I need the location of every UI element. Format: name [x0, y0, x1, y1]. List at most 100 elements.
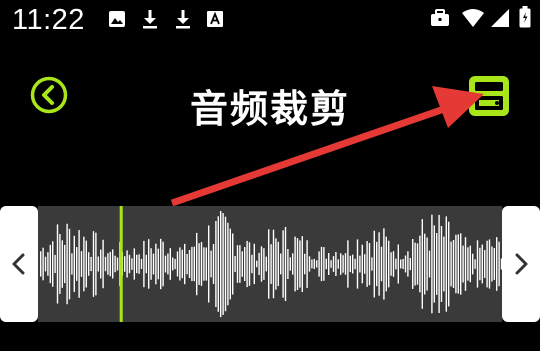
waveform-bar — [80, 251, 83, 277]
waveform-bar — [400, 259, 402, 269]
waveform-bar — [248, 242, 251, 286]
waveform-bar — [138, 254, 140, 274]
waveform-bar — [186, 253, 188, 275]
waveform-bar — [332, 256, 335, 272]
waveform-bar — [436, 233, 438, 295]
waveform-bar — [116, 257, 119, 271]
waveform-bar — [416, 243, 419, 285]
waveform-bar — [455, 234, 457, 294]
font-icon — [207, 11, 223, 27]
waveform-bar — [71, 253, 73, 275]
waveform-bar — [296, 238, 299, 290]
waveform-bar — [102, 239, 104, 289]
waveform-bar — [440, 226, 443, 302]
waveform-bar — [222, 213, 224, 315]
waveform-bar — [361, 244, 363, 284]
waveform-bar — [491, 246, 493, 282]
waveform-bar — [215, 221, 217, 307]
waveform-bar — [107, 253, 109, 275]
waveform-bar — [184, 243, 186, 285]
waveform-bar — [150, 248, 152, 280]
waveform-bar — [49, 244, 51, 284]
waveform-bar — [73, 235, 75, 293]
waveform-bar — [476, 240, 479, 288]
waveform — [40, 206, 503, 322]
waveform-bar — [56, 224, 59, 304]
waveform-bar — [100, 249, 102, 279]
waveform-bar — [124, 256, 126, 272]
waveform-bar — [280, 253, 282, 275]
waveform-bar — [232, 233, 234, 295]
waveform-bar — [414, 242, 416, 286]
waveform-bar — [236, 245, 239, 283]
waveform-bar — [54, 254, 56, 273]
waveform-bar — [40, 251, 42, 277]
waveform-bar — [169, 248, 171, 280]
waveform-bar — [431, 214, 433, 314]
status-time: 11:22 — [12, 4, 85, 36]
waveform-bar — [479, 247, 481, 281]
waveform-bar — [325, 258, 327, 270]
waveform-bar — [330, 260, 332, 268]
waveform-bar — [392, 251, 395, 277]
waveform-bar — [469, 245, 471, 283]
chevron-right-icon — [515, 253, 528, 275]
waveform-bar — [145, 254, 147, 274]
waveform-bar — [277, 241, 279, 287]
waveform-bar — [47, 252, 49, 276]
waveform-bar — [143, 240, 145, 288]
page-title: 音频裁剪 — [189, 87, 350, 131]
waveform-bar — [306, 240, 308, 288]
signal-icon — [491, 9, 509, 27]
chevron-left-icon — [12, 253, 25, 275]
waveform-bar — [496, 237, 498, 291]
wifi-icon — [462, 9, 484, 27]
waveform-bar — [234, 256, 236, 272]
waveform-bar — [472, 253, 474, 275]
playhead[interactable] — [119, 206, 123, 322]
waveform-bar — [366, 241, 368, 287]
waveform-bar — [364, 254, 366, 274]
trim-handle-right[interactable] — [502, 206, 540, 322]
waveform-bar — [337, 259, 339, 269]
waveform-bar — [284, 227, 287, 301]
waveform-bar — [368, 243, 371, 286]
waveform-bar — [304, 253, 306, 275]
waveform-bar — [208, 225, 210, 303]
waveform-bar — [191, 246, 193, 282]
waveform-bar — [265, 256, 267, 272]
waveform-bar — [404, 255, 407, 273]
waveform-bar — [373, 230, 375, 298]
waveform-bar — [88, 252, 90, 276]
waveform-bar — [371, 257, 373, 271]
waveform-bar — [347, 240, 349, 288]
save-button[interactable] — [467, 74, 511, 118]
waveform-bar — [294, 236, 296, 292]
waveform-bar — [95, 232, 97, 296]
waveform-bar — [126, 250, 128, 278]
waveform-track[interactable] — [38, 206, 503, 322]
waveform-bar — [263, 248, 265, 280]
waveform-bar — [344, 253, 347, 275]
waveform-bar — [217, 216, 219, 312]
waveform-bar — [313, 258, 315, 269]
waveform-bar — [66, 223, 68, 305]
waveform-bar — [167, 253, 169, 275]
waveform-bar — [488, 239, 491, 289]
image-icon — [109, 11, 125, 27]
waveform-bar — [112, 249, 114, 279]
waveform-bar — [92, 231, 95, 297]
trim-handle-left[interactable] — [0, 206, 38, 322]
waveform-bar — [452, 240, 455, 288]
waveform-bar — [308, 256, 311, 272]
waveform-bar — [292, 253, 294, 275]
waveform-bar — [272, 229, 275, 299]
download-icon — [143, 10, 157, 29]
waveform-bar — [450, 241, 452, 287]
waveform-bar — [275, 238, 277, 290]
waveform-bar — [323, 247, 325, 281]
waveform-bar — [133, 248, 135, 280]
waveform-bar — [52, 241, 54, 287]
waveform-bar — [131, 258, 133, 270]
waveform-bar — [246, 240, 248, 288]
